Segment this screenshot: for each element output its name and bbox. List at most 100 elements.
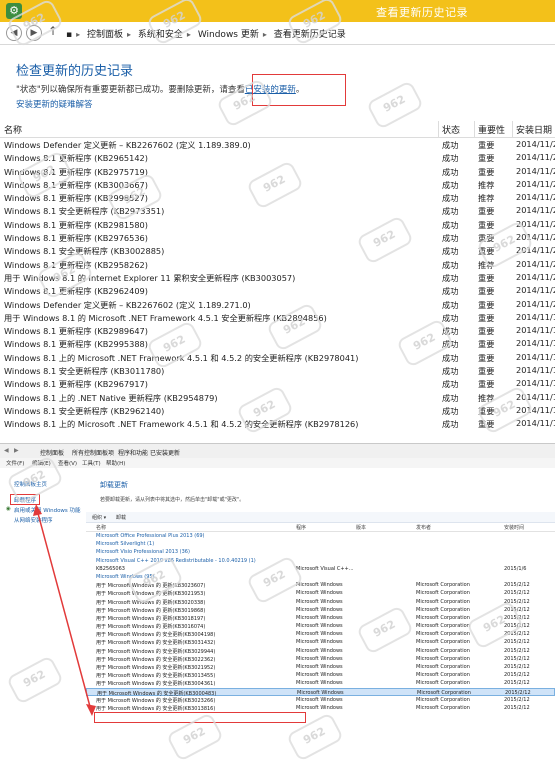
update-date: 2015/2/12 [504, 598, 530, 605]
update-date: 2015/2/12 [504, 647, 530, 654]
organize-button[interactable]: 组织 ▾ [92, 514, 106, 521]
update-date: 2014/11/1 [516, 338, 555, 349]
table-row[interactable]: 用于 Windows 8.1 的 Internet Explorer 11 累积… [0, 271, 555, 284]
update-date: 2015/2/12 [504, 606, 530, 613]
update-name: 用于 Windows 8.1 的 Microsoft .NET Framewor… [4, 312, 327, 323]
table-row[interactable]: Windows 8.1 安全更新程序 (KB3002885) 成功 重要 2014/1… [0, 244, 555, 257]
group-header[interactable]: Microsoft Windows (95) [86, 573, 555, 581]
list-item[interactable]: 用于 Microsoft Windows 的 安全更新(KB3022362) Mi… [86, 655, 555, 663]
list-item[interactable]: 用于 Microsoft Windows 的 安全更新(KB3029944) Mi… [86, 647, 555, 655]
back-arrow-icon[interactable]: ◀ [4, 447, 9, 454]
update-name: 用于 Microsoft Windows 的 安全更新(KB3004361) [96, 681, 216, 688]
sidebar-item-windows-features[interactable]: 启用或关闭 Windows 功能 [14, 506, 81, 514]
list-item[interactable]: 用于 Microsoft Windows 的 安全更新(KB3021952) Mi… [86, 663, 555, 671]
address-item[interactable]: 控制面板 [40, 448, 64, 457]
address-item[interactable]: 程序和功能 [118, 448, 148, 457]
uninstall-button[interactable]: 卸载 [116, 514, 126, 521]
table-row[interactable]: Windows 8.1 安全更新程序 (KB3011780) 成功 重要 2014/1… [0, 364, 555, 377]
table-row[interactable]: Windows 8.1 上的 Microsoft .NET Framework … [0, 417, 555, 430]
menu-view[interactable]: 查看(V) [58, 459, 77, 467]
table-row[interactable]: Windows 8.1 更新程序 (KB3003667) 成功 推荐 2014/11/… [0, 178, 555, 191]
update-name: Windows 8.1 更新程序 (KB2958262) [4, 259, 148, 270]
menu-help[interactable]: 帮助(H) [106, 459, 125, 467]
update-date: 2014/11/1 [516, 418, 555, 429]
troubleshoot-link[interactable]: 安装更新的疑难解答 [16, 98, 93, 110]
list-item[interactable]: KB2565063 Microsoft Visual C++... 2015/1/6 [86, 565, 555, 573]
column-header-program[interactable]: 程序 [296, 524, 306, 531]
address-item[interactable]: 已安装更新 [150, 448, 180, 457]
table-row[interactable]: Windows 8.1 更新程序 (KB2989647) 成功 重要 2014/11/… [0, 324, 555, 337]
update-date: 2014/11/2 [516, 178, 555, 189]
forward-arrow-icon[interactable]: ▶ [26, 25, 42, 41]
list-item[interactable]: 用于 Microsoft Windows 的 安全更新(KB3004361) Mi… [86, 679, 555, 687]
breadcrumb-item[interactable]: 控制面板 [87, 30, 123, 40]
table-row[interactable]: Windows 8.1 安全更新程序 (KB2962140) 成功 重要 2014/1… [0, 404, 555, 417]
table-row[interactable]: Windows 8.1 上的 .NET Native 更新程序 (KB29548… [0, 391, 555, 404]
update-date: 2014/11/2 [516, 271, 555, 282]
shield-icon: ◉ [6, 506, 11, 512]
update-status: 成功 [442, 179, 459, 190]
menu-edit[interactable]: 编辑(E) [32, 459, 51, 467]
group-header[interactable]: Microsoft Visio Professional 2013 (36) [86, 548, 555, 556]
back-arrow-icon[interactable]: ◀ [6, 25, 22, 41]
sidebar-item-home[interactable]: 控制面板主页 [14, 480, 47, 488]
column-header-importance[interactable]: 重要性 [478, 123, 505, 136]
update-date: 2014/11/2 [516, 152, 555, 163]
breadcrumb-item[interactable]: 查看更新历史记录 [274, 30, 346, 40]
sidebar-item-install-from-network[interactable]: 从网络安装程序 [14, 516, 53, 524]
list-item[interactable]: 用于 Microsoft Windows 的 安全更新(KB3031432) Mi… [86, 638, 555, 646]
table-row[interactable]: Windows 8.1 更新程序 (KB2958262) 成功 推荐 2014/11/… [0, 258, 555, 271]
column-header-name[interactable]: 名称 [4, 123, 22, 136]
table-row[interactable]: Windows 8.1 更新程序 (KB2975719) 成功 重要 2014/11/… [0, 165, 555, 178]
highlight-box [10, 494, 40, 505]
table-row[interactable]: Windows Defender 定义更新 – KB2267602 (定义 1.… [0, 138, 555, 151]
table-row[interactable]: Windows 8.1 安全更新程序 (KB2973351) 成功 重要 2014/1… [0, 204, 555, 217]
table-row[interactable]: Windows 8.1 更新程序 (KB2981580) 成功 重要 2014/11/… [0, 218, 555, 231]
list-item[interactable]: 用于 Microsoft Windows 的 更新(KB3021953) Micr… [86, 589, 555, 597]
list-item[interactable]: 用于 Microsoft Windows 的 安全更新(KB3004198) Mi… [86, 630, 555, 638]
table-row[interactable]: Windows 8.1 更新程序 (KB2998527) 成功 推荐 2014/11/… [0, 191, 555, 204]
column-header-status[interactable]: 状态 [442, 123, 460, 136]
column-header-installed-on[interactable]: 安装时间 [504, 524, 524, 531]
update-program: Microsoft Windows [296, 598, 343, 605]
breadcrumb-item[interactable]: Windows 更新 [198, 30, 259, 40]
menu-tools[interactable]: 工具(T) [82, 459, 101, 467]
table-row[interactable]: Windows 8.1 更新程序 (KB2976536) 成功 重要 2014/11/… [0, 231, 555, 244]
update-program: Microsoft Windows [296, 639, 343, 646]
table-row[interactable]: Windows 8.1 更新程序 (KB2962409) 成功 重要 2014/11/… [0, 284, 555, 297]
group-header[interactable]: Microsoft Silverlight (1) [86, 540, 555, 548]
list-item[interactable]: 用于 Microsoft Windows 的 更新(KB3019868) Micr… [86, 606, 555, 614]
forward-arrow-icon[interactable]: ▶ [14, 447, 19, 454]
group-header[interactable]: Microsoft Office Professional Plus 2013 … [86, 532, 555, 540]
table-row[interactable]: Windows 8.1 上的 Microsoft .NET Framework … [0, 351, 555, 364]
menu-file[interactable]: 文件(F) [6, 459, 24, 467]
list-item[interactable]: 用于 Microsoft Windows 的 安全更新(KB3013455) Mi… [86, 671, 555, 679]
update-status: 成功 [442, 299, 459, 310]
address-item[interactable]: 所有控制面板项 [72, 448, 114, 457]
group-label: Microsoft Windows (95) [96, 573, 155, 580]
column-header-name[interactable]: 名称 [96, 524, 106, 531]
list-item[interactable]: 用于 Microsoft Windows 的 更新(KB3023607) Micr… [86, 581, 555, 589]
list-item[interactable]: 用于 Microsoft Windows 的 更新(KB3016074) Micr… [86, 622, 555, 630]
update-name: 用于 Microsoft Windows 的 安全更新(KB3023266) [96, 697, 216, 704]
table-row[interactable]: Windows 8.1 更新程序 (KB2967917) 成功 重要 2014/11/… [0, 377, 555, 390]
group-header[interactable]: Microsoft Visual C++ 2010 x86 Redistribu… [86, 557, 555, 565]
column-header-publisher[interactable]: 发布者 [416, 524, 431, 531]
list-item[interactable]: 用于 Microsoft Windows 的 安全更新(KB3013816) Mi… [86, 704, 555, 712]
list-item[interactable]: 用于 Microsoft Windows 的 安全更新(KB3023266) Mi… [86, 696, 555, 704]
update-program: Microsoft Windows [296, 664, 343, 670]
update-publisher: Microsoft Corporation [416, 647, 470, 654]
list-item[interactable]: 用于 Microsoft Windows 的 更新(KB3020338) Micr… [86, 598, 555, 606]
list-item[interactable]: 用于 Microsoft Windows 的 更新(KB3018197) Micr… [86, 614, 555, 622]
up-arrow-icon[interactable]: ↑ [48, 24, 58, 38]
table-row[interactable]: 用于 Windows 8.1 的 Microsoft .NET Framewor… [0, 311, 555, 324]
column-header-version[interactable]: 版本 [356, 524, 366, 531]
list-item[interactable]: 用于 Microsoft Windows 的 安全更新(KB3000483) Mi… [86, 687, 555, 697]
table-row[interactable]: Windows Defender 定义更新 – KB2267602 (定义 1.… [0, 298, 555, 311]
breadcrumb-item[interactable]: 系统和安全 [138, 30, 183, 40]
update-name: Windows 8.1 安全更新程序 (KB3011780) [4, 366, 165, 377]
column-header-date[interactable]: 安装日期 [516, 123, 552, 136]
table-row[interactable]: Windows 8.1 更新程序 (KB2965142) 成功 重要 2014/11/… [0, 151, 555, 164]
table-row[interactable]: Windows 8.1 更新程序 (KB2995388) 成功 重要 2014/11/… [0, 337, 555, 350]
update-date: 2015/2/12 [504, 614, 530, 621]
